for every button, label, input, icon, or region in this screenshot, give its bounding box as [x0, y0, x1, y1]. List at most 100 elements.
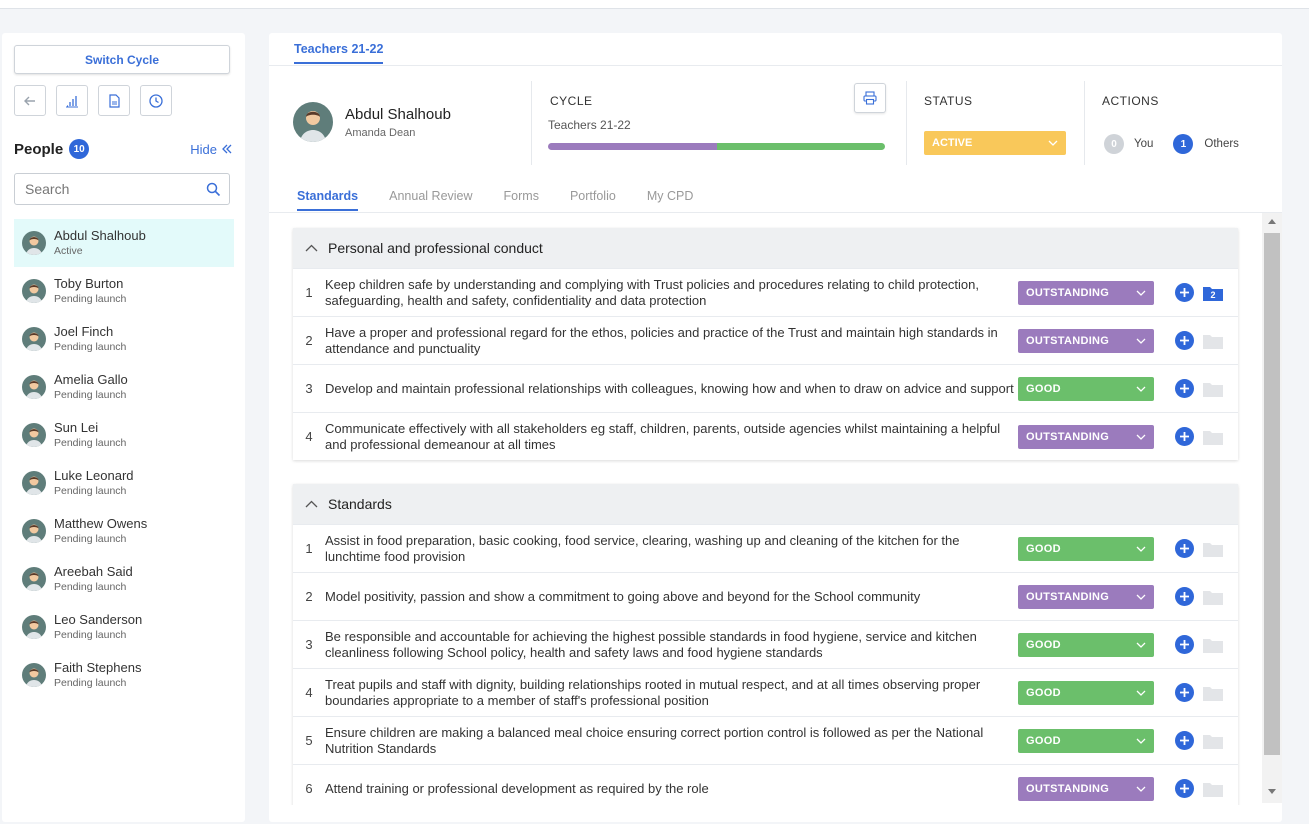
- actions-label: ACTIONS: [1102, 94, 1159, 108]
- add-evidence-button[interactable]: [1175, 683, 1194, 702]
- rating-dropdown[interactable]: OUTSTANDING: [1018, 280, 1154, 305]
- add-evidence-button[interactable]: [1175, 635, 1194, 654]
- add-evidence-button[interactable]: [1175, 539, 1194, 558]
- standard-row: 1 Assist in food preparation, basic cooki…: [293, 524, 1238, 572]
- scroll-down-arrow-icon[interactable]: [1268, 789, 1276, 794]
- person-text: Leo Sanderson Pending launch: [54, 612, 142, 641]
- standard-row: 4 Communicate effectively with all stakeh…: [293, 412, 1238, 460]
- folder-icon[interactable]: [1203, 733, 1223, 749]
- person-status: Active: [54, 244, 83, 257]
- hide-sidebar-link[interactable]: Hide: [190, 142, 232, 157]
- person-item[interactable]: Abdul Shalhoub Active: [14, 219, 234, 267]
- avatar: [22, 327, 46, 351]
- you-label: You: [1134, 138, 1154, 150]
- status-dropdown[interactable]: ACTIVE: [924, 131, 1066, 155]
- rating-dropdown[interactable]: GOOD: [1018, 680, 1154, 705]
- add-evidence-button[interactable]: [1175, 779, 1194, 798]
- print-button[interactable]: [854, 83, 886, 113]
- rating-dropdown[interactable]: OUTSTANDING: [1018, 776, 1154, 801]
- person-status: Pending launch: [54, 388, 127, 401]
- switch-cycle-button[interactable]: Switch Cycle: [14, 45, 230, 74]
- folder-icon[interactable]: [1203, 685, 1223, 701]
- person-item[interactable]: Toby Burton Pending launch: [14, 267, 234, 315]
- add-evidence-button[interactable]: [1175, 379, 1194, 398]
- folder-icon[interactable]: [1203, 637, 1223, 653]
- search-box: [14, 173, 230, 205]
- person-item[interactable]: Leo Sanderson Pending launch: [14, 603, 234, 651]
- standard-row: 6 Attend training or professional develop…: [293, 764, 1238, 805]
- avatar: [22, 471, 46, 495]
- folder-icon[interactable]: [1203, 781, 1223, 797]
- scroll-up-arrow-icon[interactable]: [1268, 219, 1276, 224]
- person-item[interactable]: Areebah Said Pending launch: [14, 555, 234, 603]
- person-item[interactable]: Matthew Owens Pending launch: [14, 507, 234, 555]
- person-item[interactable]: Amelia Gallo Pending launch: [14, 363, 234, 411]
- profile-avatar: [293, 102, 333, 142]
- row-number: 6: [305, 781, 313, 796]
- folder-icon[interactable]: [1203, 541, 1223, 557]
- add-evidence-button[interactable]: [1175, 283, 1194, 302]
- person-text: Abdul Shalhoub Active: [54, 228, 146, 257]
- plus-icon: [1180, 384, 1189, 393]
- add-evidence-button[interactable]: [1175, 587, 1194, 606]
- chevron-down-icon: [1136, 738, 1146, 744]
- scroll-thumb[interactable]: [1264, 233, 1280, 755]
- rating-dropdown[interactable]: GOOD: [1018, 728, 1154, 753]
- group-header[interactable]: Standards: [293, 484, 1238, 524]
- rating-dropdown[interactable]: OUTSTANDING: [1018, 328, 1154, 353]
- reports-button[interactable]: [56, 85, 88, 116]
- add-evidence-button[interactable]: [1175, 427, 1194, 446]
- rating-dropdown[interactable]: OUTSTANDING: [1018, 584, 1154, 609]
- tab-forms[interactable]: Forms: [504, 189, 539, 211]
- search-input[interactable]: [25, 181, 206, 197]
- scrollbar[interactable]: [1262, 213, 1282, 803]
- person-text: Luke Leonard Pending launch: [54, 468, 134, 497]
- people-title: People: [14, 140, 64, 158]
- people-count-badge: 10: [69, 139, 90, 159]
- person-text: Sun Lei Pending launch: [54, 420, 126, 449]
- search-icon[interactable]: [206, 182, 221, 197]
- tab-standards[interactable]: Standards: [297, 189, 359, 211]
- section-tabs: Standards Annual Review Forms Portfolio …: [297, 189, 693, 211]
- person-status: Pending launch: [54, 580, 127, 593]
- actions-counters: 0 You 1 Others: [1104, 134, 1239, 154]
- history-button[interactable]: [140, 85, 172, 116]
- tab-portfolio[interactable]: Portfolio: [570, 189, 616, 211]
- group-header[interactable]: Personal and professional conduct: [293, 228, 1238, 268]
- standard-text: Treat pupils and staff with dignity, bui…: [325, 676, 981, 708]
- standards-content: Personal and professional conduct 1 Keep c…: [269, 213, 1262, 805]
- rating-dropdown[interactable]: GOOD: [1018, 376, 1154, 401]
- rating-value: OUTSTANDING: [1026, 286, 1110, 299]
- rating-dropdown[interactable]: OUTSTANDING: [1018, 424, 1154, 449]
- person-item[interactable]: Joel Finch Pending launch: [14, 315, 234, 363]
- person-name: Faith Stephens: [54, 660, 142, 676]
- rating-dropdown[interactable]: GOOD: [1018, 536, 1154, 561]
- tab-annual-review[interactable]: Annual Review: [389, 189, 472, 211]
- person-item[interactable]: Sun Lei Pending launch: [14, 411, 234, 459]
- add-evidence-button[interactable]: [1175, 731, 1194, 750]
- chevron-down-icon: [1136, 434, 1146, 440]
- add-evidence-button[interactable]: [1175, 331, 1194, 350]
- row-number: 5: [305, 733, 313, 748]
- document-button[interactable]: [98, 85, 130, 116]
- folder-icon[interactable]: [1203, 381, 1223, 397]
- back-button[interactable]: [14, 85, 46, 116]
- folder-icon[interactable]: [1203, 333, 1223, 349]
- folder-icon[interactable]: [1203, 589, 1223, 605]
- chevron-down-icon: [1136, 594, 1146, 600]
- others-count-badge[interactable]: 1: [1173, 134, 1194, 154]
- row-number: 2: [305, 589, 313, 604]
- plus-icon: [1180, 640, 1189, 649]
- folder-icon[interactable]: 2: [1203, 285, 1223, 301]
- person-item[interactable]: Luke Leonard Pending launch: [14, 459, 234, 507]
- tab-my-cpd[interactable]: My CPD: [647, 189, 694, 211]
- standard-text: Develop and maintain professional relati…: [325, 380, 1014, 396]
- rating-dropdown[interactable]: GOOD: [1018, 632, 1154, 657]
- you-count-badge[interactable]: 0: [1104, 134, 1124, 154]
- tab-cycle[interactable]: Teachers 21-22: [294, 42, 384, 64]
- person-item[interactable]: Faith Stephens Pending launch: [14, 651, 234, 699]
- rating-value: GOOD: [1026, 686, 1061, 699]
- standard-text: Attend training or professional developm…: [325, 780, 709, 796]
- standard-row: 2 Model positivity, passion and show a co…: [293, 572, 1238, 620]
- folder-icon[interactable]: [1203, 429, 1223, 445]
